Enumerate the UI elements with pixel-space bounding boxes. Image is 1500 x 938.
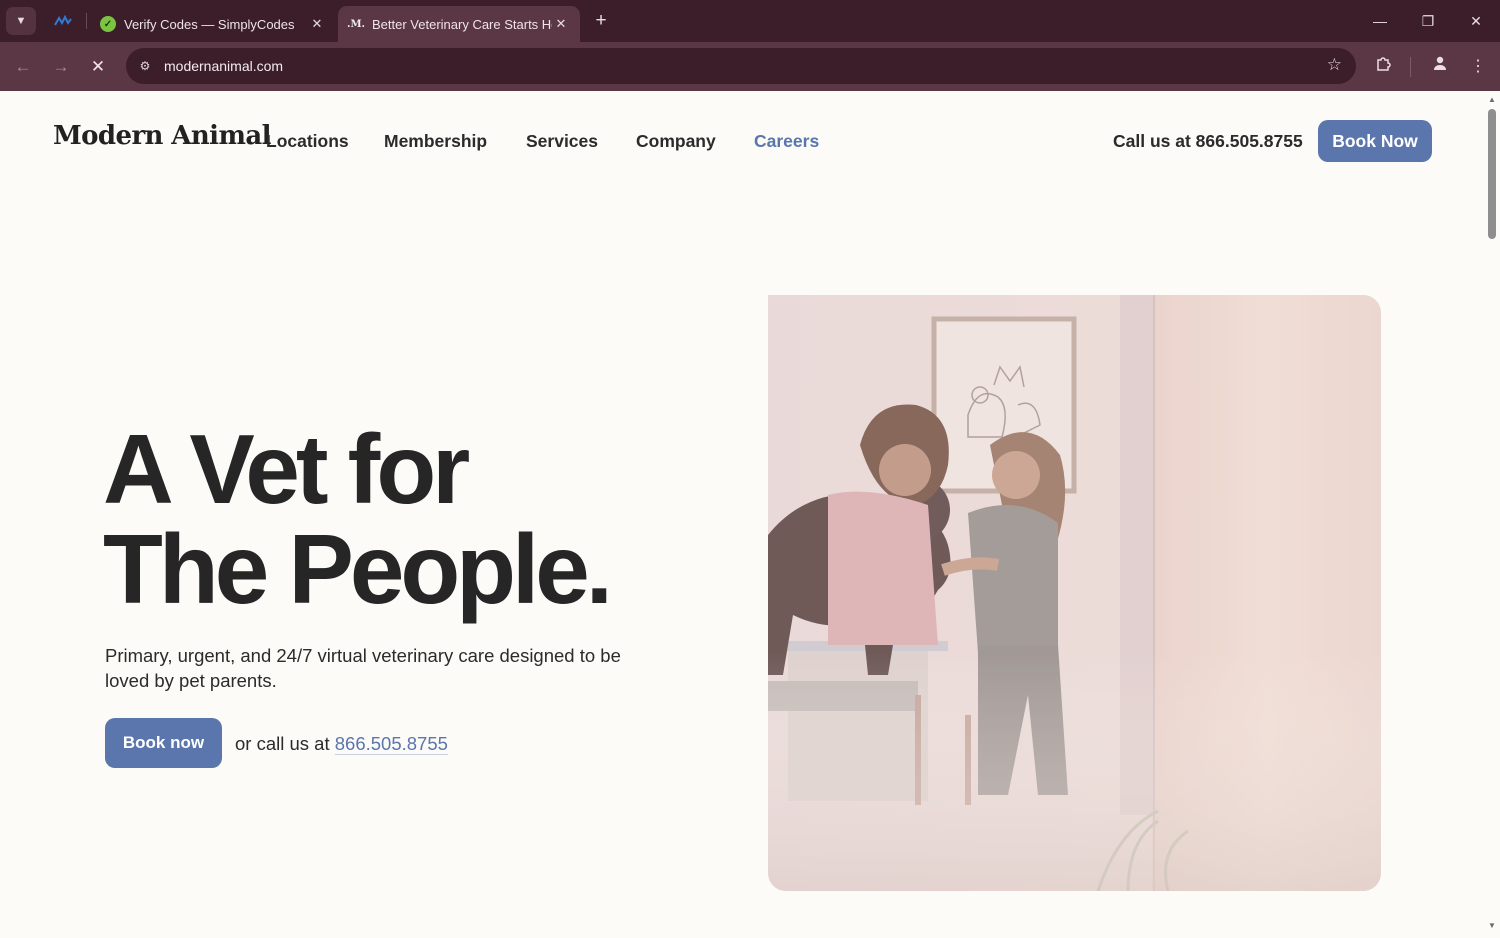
extensions-button[interactable] [1371, 54, 1397, 80]
puzzle-icon [1377, 57, 1391, 71]
profile-icon [1434, 56, 1446, 70]
tab-title: Better Veterinary Care Starts Here [372, 16, 552, 32]
tab-title: Verify Codes — SimplyCodes [124, 16, 295, 32]
scroll-thumb[interactable] [1488, 109, 1496, 239]
nav-company[interactable]: Company [636, 131, 716, 152]
toolbar-divider [1410, 57, 1411, 77]
stop-loading-button[interactable]: ✕ [85, 54, 111, 80]
bookmark-star-icon[interactable]: ☆ [1327, 55, 1342, 75]
web-page: Modern Animal Locations Membership Servi… [0, 91, 1484, 938]
restore-icon: ❐ [1421, 13, 1435, 29]
tab-separator [86, 13, 87, 29]
vet-clinic-illustration [768, 295, 1381, 891]
tab-modern-animal[interactable]: .M. Better Veterinary Care Starts Here ✕ [338, 6, 580, 42]
browser-toolbar: ← → ✕ ⚙ modernanimal.com ☆ ⋮ [0, 42, 1500, 91]
close-tab-icon[interactable]: ✕ [552, 16, 570, 32]
minimize-button[interactable]: — [1360, 8, 1400, 34]
pinned-tab-favicon-icon [54, 15, 72, 26]
site-settings-icon[interactable]: ⚙ [134, 55, 156, 77]
hero-call-text: or call us at 866.505.8755 [235, 733, 448, 755]
site-logo[interactable]: Modern Animal [53, 121, 271, 151]
hero-photo [768, 295, 1381, 891]
minimize-icon: — [1373, 13, 1387, 29]
close-window-button[interactable]: ✕ [1456, 8, 1496, 34]
hero-phone-link[interactable]: 866.505.8755 [334, 733, 448, 755]
nav-membership[interactable]: Membership [384, 131, 487, 152]
plus-icon: + [595, 10, 607, 31]
close-icon: ✕ [1470, 13, 1482, 29]
nav-locations[interactable]: Locations [266, 131, 349, 152]
forward-button[interactable]: → [48, 54, 74, 80]
profile-button[interactable] [1427, 54, 1453, 80]
nav-careers[interactable]: Careers [754, 131, 819, 152]
url-text[interactable]: modernanimal.com [164, 58, 283, 74]
tab-search-button[interactable]: ▼ [6, 7, 36, 35]
restore-button[interactable]: ❐ [1408, 8, 1448, 34]
scroll-up-icon[interactable]: ▲ [1487, 95, 1497, 105]
header-phone[interactable]: Call us at 866.505.8755 [1113, 131, 1303, 152]
hero-title-line-2: The People. [103, 514, 613, 624]
hero-book-now-button[interactable]: Book now [105, 718, 222, 768]
call-prefix: or call us at [235, 733, 330, 754]
tab-simplycodes[interactable]: ✓ Verify Codes — SimplyCodes ✕ [90, 6, 336, 42]
new-tab-button[interactable]: + [590, 9, 612, 33]
browser-titlebar: ▼ ✓ Verify Codes — SimplyCodes ✕ .M. Bet… [0, 0, 1500, 42]
hero-title: A Vet for The People. [103, 414, 613, 624]
page-scrollbar[interactable]: ▲ ▼ [1484, 91, 1500, 938]
back-button[interactable]: ← [10, 54, 36, 80]
chevron-down-icon: ▼ [15, 15, 27, 27]
close-tab-icon[interactable]: ✕ [308, 16, 326, 32]
header-book-now-button[interactable]: Book Now [1318, 120, 1432, 162]
modern-animal-favicon-icon: .M. [346, 18, 366, 30]
close-icon: ✕ [90, 57, 106, 76]
pinned-tab[interactable] [46, 8, 80, 34]
hero-title-line-1: A Vet for [103, 414, 470, 524]
hero-subtitle: Primary, urgent, and 24/7 virtual veteri… [105, 645, 621, 691]
arrow-right-icon: → [52, 57, 70, 76]
browser-menu-button[interactable]: ⋮ [1465, 54, 1491, 80]
address-bar[interactable]: ⚙ modernanimal.com ☆ [126, 48, 1356, 84]
arrow-left-icon: ← [14, 57, 32, 76]
nav-services[interactable]: Services [526, 131, 598, 152]
more-vertical-icon: ⋮ [1470, 58, 1486, 75]
simplycodes-favicon-icon: ✓ [100, 16, 116, 32]
scroll-down-icon[interactable]: ▼ [1487, 921, 1497, 931]
